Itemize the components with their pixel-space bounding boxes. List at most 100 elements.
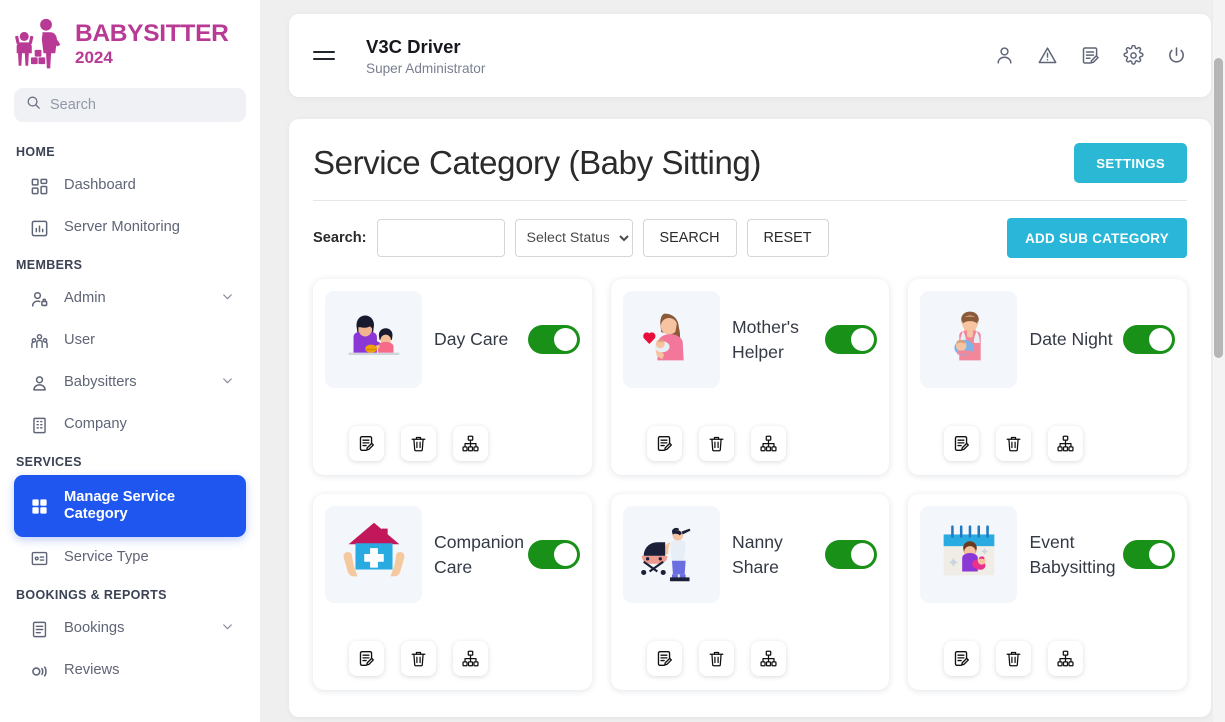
sitemap-icon[interactable]: [751, 641, 786, 676]
profile-icon[interactable]: [994, 45, 1015, 66]
sitemap-icon[interactable]: [1048, 641, 1083, 676]
search-button[interactable]: SEARCH: [643, 219, 737, 257]
topbar-subtitle: Super Administrator: [366, 61, 485, 76]
category-card[interactable]: Nanny Share: [611, 494, 890, 690]
building-icon: [28, 416, 50, 435]
sitemap-icon[interactable]: [1048, 426, 1083, 461]
search-icon: [26, 95, 41, 115]
topbar-titles: V3C Driver Super Administrator: [366, 35, 485, 75]
category-actions: [325, 641, 580, 676]
sidebar-item-bookings[interactable]: Bookings: [14, 608, 246, 650]
nav-section-members: MEMBERS: [0, 249, 260, 278]
main-content: V3C Driver Super Administrator: [260, 0, 1225, 722]
category-status-toggle[interactable]: [1123, 540, 1175, 569]
category-card-top: Date Night: [920, 291, 1175, 388]
trash-icon[interactable]: [401, 426, 436, 461]
sidebar-item-label: Admin: [64, 290, 106, 307]
sidebar-search[interactable]: [14, 88, 246, 122]
category-name: Nanny Share: [732, 530, 826, 580]
edit-document-icon[interactable]: [647, 426, 682, 461]
trash-icon[interactable]: [401, 641, 436, 676]
service-category-panel: Service Category (Baby Sitting) SETTINGS…: [289, 119, 1211, 717]
sidebar-item-reviews[interactable]: Reviews: [14, 650, 246, 692]
trash-icon[interactable]: [699, 426, 734, 461]
category-status-toggle[interactable]: [528, 325, 580, 354]
category-thumbnail: [325, 506, 422, 603]
power-icon[interactable]: [1166, 45, 1187, 66]
id-card-icon: [28, 549, 50, 568]
reset-button[interactable]: RESET: [747, 219, 829, 257]
parent-with-baby-illustration: [930, 298, 1008, 381]
nav-section-home: HOME: [0, 136, 260, 165]
edit-document-icon[interactable]: [349, 641, 384, 676]
person-icon: [28, 374, 50, 393]
sidebar-item-service-type[interactable]: Service Type: [14, 537, 246, 579]
users-group-icon: [28, 332, 50, 351]
edit-document-icon[interactable]: [1080, 45, 1101, 66]
sidebar-item-label: Babysitters: [64, 374, 137, 391]
sidebar-item-manage-service-category[interactable]: Manage Service Category: [14, 475, 246, 537]
category-card[interactable]: Mother's Helper: [611, 279, 890, 475]
alert-triangle-icon[interactable]: [1037, 45, 1058, 66]
category-card[interactable]: Event Babysitting: [908, 494, 1187, 690]
trash-icon[interactable]: [699, 641, 734, 676]
search-input[interactable]: [377, 219, 505, 257]
chevron-down-icon[interactable]: [221, 620, 234, 638]
sidebar-item-label: Bookings: [64, 620, 124, 637]
hamburger-icon[interactable]: [313, 51, 343, 61]
edit-document-icon[interactable]: [944, 641, 979, 676]
category-status-toggle[interactable]: [1123, 325, 1175, 354]
sidebar-item-dashboard[interactable]: Dashboard: [14, 165, 246, 207]
edit-document-icon[interactable]: [647, 641, 682, 676]
sitemap-icon[interactable]: [751, 426, 786, 461]
sidebar-item-label: Dashboard: [64, 177, 136, 194]
category-status-toggle[interactable]: [528, 540, 580, 569]
category-status-toggle[interactable]: [825, 540, 877, 569]
chevron-down-icon[interactable]: [221, 374, 234, 392]
search-input[interactable]: [50, 97, 234, 113]
sidebar-item-admin[interactable]: Admin: [14, 278, 246, 320]
brand-logo[interactable]: BABYSITTER 2024: [0, 0, 260, 76]
chevron-down-icon[interactable]: [221, 290, 234, 308]
edit-document-icon[interactable]: [349, 426, 384, 461]
sidebar-item-label: Company: [64, 416, 127, 433]
sitemap-icon[interactable]: [453, 426, 488, 461]
sidebar-nav: HOME Dashboard Server Monitor: [0, 122, 260, 692]
trash-icon[interactable]: [996, 641, 1031, 676]
list-document-icon: [28, 620, 50, 639]
sidebar-item-user[interactable]: User: [14, 320, 246, 362]
gear-icon[interactable]: [1123, 45, 1144, 66]
sidebar-item-company[interactable]: Company: [14, 404, 246, 446]
brand-year: 2024: [75, 49, 229, 66]
status-select[interactable]: Select Status Active Inactive: [515, 219, 633, 257]
category-actions: [623, 426, 878, 461]
category-card-top: Companion Care: [325, 506, 580, 603]
sidebar-item-babysitters[interactable]: Babysitters: [14, 362, 246, 404]
dashboard-icon: [28, 177, 50, 196]
category-status-toggle[interactable]: [825, 325, 877, 354]
page-scrollbar[interactable]: [1212, 0, 1225, 722]
category-card[interactable]: Date Night: [908, 279, 1187, 475]
category-card-top: Day Care: [325, 291, 580, 388]
category-card[interactable]: Day Care: [313, 279, 592, 475]
sidebar-item-label: Service Type: [64, 549, 149, 566]
grid-squares-icon: [28, 497, 50, 516]
sidebar-item-label: Server Monitoring: [64, 219, 180, 236]
nav-section-services: SERVICES: [0, 446, 260, 475]
sidebar: BABYSITTER 2024 HOME Dashboard: [0, 0, 260, 722]
category-card-top: Mother's Helper: [623, 291, 878, 388]
sitemap-icon[interactable]: [453, 641, 488, 676]
mother-holding-baby-illustration: [632, 298, 710, 381]
settings-button[interactable]: SETTINGS: [1074, 143, 1187, 183]
category-card[interactable]: Companion Care: [313, 494, 592, 690]
category-thumbnail: [623, 506, 720, 603]
sidebar-item-server-monitoring[interactable]: Server Monitoring: [14, 207, 246, 249]
scrollbar-thumb[interactable]: [1214, 58, 1223, 358]
brand-name: BABYSITTER: [75, 22, 229, 47]
add-sub-category-button[interactable]: ADD SUB CATEGORY: [1007, 218, 1187, 258]
page-title: Service Category (Baby Sitting): [313, 144, 761, 182]
calendar-with-baby-illustration: [930, 513, 1008, 596]
trash-icon[interactable]: [996, 426, 1031, 461]
edit-document-icon[interactable]: [944, 426, 979, 461]
mother-feeding-child-illustration: [335, 298, 413, 381]
